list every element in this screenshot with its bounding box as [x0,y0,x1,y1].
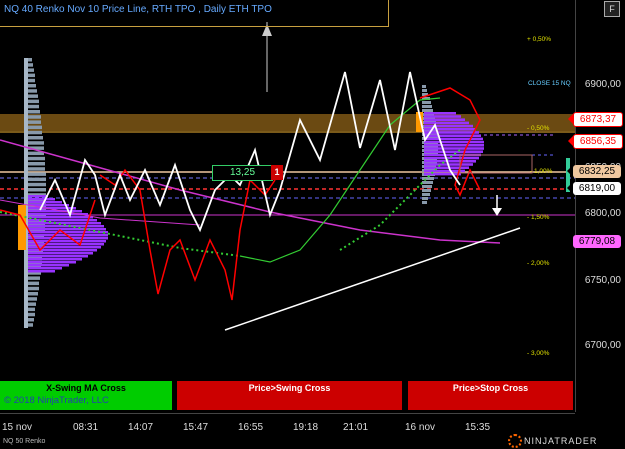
volume-profile-bar [424,118,465,121]
tpo-profile-bar [422,105,432,108]
volume-profile-bar [28,258,82,261]
price-flag-stop: 6856,35 [568,134,623,149]
time-axis-line [0,413,575,414]
instrument-label: NQ 50 Renko [3,438,46,445]
volume-profile-bar [28,240,106,243]
signal-price-swing-cross[interactable]: Price>Swing Cross [177,381,402,410]
volume-profile-bar [424,166,469,169]
volume-profile-bar [424,144,484,147]
range-box-marker: 1 [271,165,283,180]
tpo-profile-bar [422,101,431,104]
pct-level-label: - 1,00% [530,168,553,175]
volume-profile-bar [28,231,108,234]
volume-profile-bar [28,255,88,258]
volume-profile-bar [28,243,104,246]
pct-level-label: - 3,00% [527,350,550,357]
volume-profile-bar [28,252,93,255]
price-label: 6700,00 [584,340,621,351]
price-flag-resistance: 6873,37 [568,112,623,127]
price-flag-last: 6819,00 [567,182,621,195]
volume-profile-bar [28,237,108,240]
volume-profile-bar [28,249,97,252]
volume-profile-bar [28,267,62,270]
volume-profile-bar [28,270,55,273]
chart-title: NQ 40 Renko Nov 10 Price Line, RTH TPO ,… [4,4,272,15]
volume-profile-bar [28,216,93,219]
tpo-profile-bar [422,85,426,88]
poc-marker [18,205,26,250]
price-flag-ma: 6779,08 [567,235,621,248]
volume-profile-bar [424,112,456,115]
volume-profile-bar [424,115,461,118]
volume-profile-bar [424,131,479,134]
tpo-profile-bar [422,197,428,200]
price-flag-box: 6832,25 [567,165,621,178]
volume-profile-bar [28,219,97,222]
pct-level-label: - 0,50% [527,125,550,132]
tpo-profile-bar [422,181,433,184]
time-label: 16 nov [405,422,436,433]
time-label: 21:01 [343,422,369,433]
time-label: 14:07 [128,422,154,433]
time-label: 15 nov [2,422,33,433]
price-label: 6750,00 [584,275,621,286]
close-label: CLOSE 15 NQ [528,80,571,87]
tpo-profile-bar [422,201,427,204]
tpo-profile-bar [422,193,430,196]
volume-profile-bar [28,198,55,201]
volume-profile-bar [28,261,76,264]
tpo-profile-bar [422,109,433,112]
trend-line [224,227,521,331]
time-label: 19:18 [293,422,319,433]
volume-profile-bar [424,160,476,163]
volume-profile-bar [28,195,48,198]
volume-profile-bar [424,124,473,128]
price-line-bull [39,71,461,233]
value-area-band [0,114,575,131]
tpo-profile-bar [422,177,434,180]
volume-profile-bar [28,225,104,228]
time-label: 16:55 [238,422,264,433]
time-label: 15:47 [183,422,209,433]
volume-profile-bar [424,147,484,150]
volume-profile-bar [28,264,69,267]
signal-price-stop-cross[interactable]: Price>Stop Cross [408,381,573,410]
volume-profile-bar [424,137,483,141]
volume-profile-bar [424,121,469,125]
pct-level-label: - 1,50% [527,214,550,221]
tpo-profile-bar [422,189,431,192]
price-label: 6900,00 [584,79,621,90]
price-axis-divider [575,0,576,412]
ninjatrader-logo-icon [508,434,522,448]
tpo-profile-stem [24,58,28,328]
tpo-profile-bar [422,185,432,188]
time-label: 15:35 [465,422,491,433]
volume-profile-bar [424,140,484,144]
tpo-profile-bar [422,89,427,92]
pct-level-label: - 2,00% [527,260,550,267]
price-label: 6800,00 [584,208,621,219]
volume-profile-bar [424,150,483,153]
copyright: © 2018 NinjaTrader, LLC [4,395,109,406]
range-box-label[interactable]: 13,25 [212,165,273,181]
window-button[interactable]: F [604,1,620,17]
pct-level-label: + 0,50% [527,36,552,43]
value-area-edge [0,131,575,133]
brand-label: NINJATRADER [524,436,598,446]
time-label: 08:31 [73,422,99,433]
volume-profile-bar [424,172,461,176]
